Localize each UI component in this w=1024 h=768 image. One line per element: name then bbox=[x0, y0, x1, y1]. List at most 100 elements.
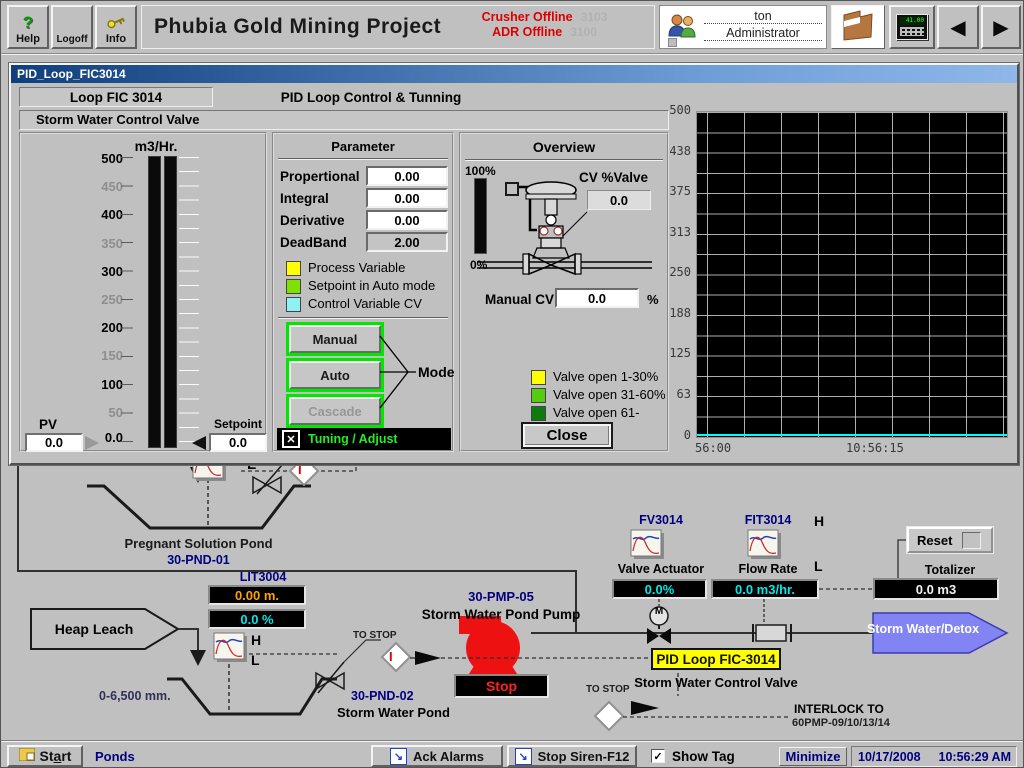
next-page-button[interactable]: ▶ bbox=[981, 5, 1021, 49]
user-panel[interactable]: ton Administrator bbox=[659, 5, 827, 49]
alarm-adr: ADR Offline bbox=[492, 25, 562, 40]
clock-panel: 10/17/2008 10:56:29 AM bbox=[851, 746, 1017, 767]
gauge-bar-sp bbox=[164, 156, 177, 448]
destination-label: Storm Water/Detox bbox=[869, 622, 977, 636]
alarm-crusher: Crusher Offline bbox=[482, 10, 573, 25]
interlock-to-label: INTERLOCK TO bbox=[794, 702, 884, 716]
flow-rate-value-box[interactable]: 0.0 m3/hr. bbox=[711, 579, 819, 599]
navigation-folder-button[interactable] bbox=[831, 5, 885, 49]
mode-connector-lines bbox=[378, 322, 418, 432]
divider bbox=[278, 158, 448, 160]
stop-siren-button[interactable]: ↘ Stop Siren-F12 bbox=[507, 745, 637, 767]
logoff-button[interactable]: Logoff bbox=[51, 5, 93, 49]
minimize-button[interactable]: Minimize bbox=[779, 747, 847, 766]
alarm-adr-code: 3100 bbox=[570, 25, 597, 40]
totalizer-value-box[interactable]: 0.0 m3 bbox=[873, 578, 999, 600]
reset-panel: Reset bbox=[907, 527, 993, 553]
mode-label: Mode bbox=[418, 364, 455, 380]
trend-icon-storm[interactable] bbox=[214, 633, 247, 662]
start-button[interactable]: Start bbox=[7, 745, 83, 767]
close-button[interactable]: Close bbox=[521, 422, 613, 449]
flow-rate-tag: FIT3014 bbox=[723, 513, 813, 527]
gauge-tick: 200 bbox=[57, 320, 123, 335]
high-alarm-label2: H bbox=[814, 513, 824, 529]
x-axis-tick: 56:00 bbox=[695, 441, 731, 455]
user-badge-icon bbox=[668, 38, 677, 47]
tuning-bar: ✕ Tuning / Adjust bbox=[277, 428, 451, 450]
to-stop-line bbox=[344, 640, 381, 662]
header-bar: ? Help Logoff Info Phubia Gold Mining Pr… bbox=[1, 1, 1024, 54]
start-icon bbox=[19, 748, 35, 764]
alarm-summary: Crusher Offline 3103 ADR Offline 3100 bbox=[442, 10, 647, 40]
flow-meter-icon[interactable] bbox=[753, 599, 791, 642]
calculator-icon: 41.00 bbox=[896, 14, 928, 40]
ack-alarms-button[interactable]: ↘ Ack Alarms bbox=[371, 745, 503, 767]
pv-color-swatch bbox=[286, 261, 301, 276]
divider bbox=[465, 159, 663, 161]
show-tag-label: Show Tag bbox=[672, 749, 735, 764]
manual-cv-label: Manual CV bbox=[485, 292, 554, 307]
mode-cascade-button[interactable]: Cascade bbox=[286, 394, 384, 428]
interlock-to-targets: 60PMP-09/10/13/14 bbox=[792, 717, 890, 729]
y-axis-tick: 125 bbox=[653, 346, 691, 360]
shortcut-arrow-icon: ↘ bbox=[390, 748, 407, 765]
help-button[interactable]: ? Help bbox=[7, 5, 49, 49]
level-value-box[interactable]: 0.00 m. bbox=[208, 585, 306, 605]
show-tag-checkbox[interactable]: ✓ bbox=[651, 749, 665, 763]
proportional-input[interactable]: 0.00 bbox=[366, 166, 448, 186]
process-diagram: L I Pregnant Solution Pond 30-PND-01 LIT… bbox=[1, 456, 1024, 741]
pump-icon[interactable] bbox=[459, 616, 521, 680]
date-display: 10/17/2008 bbox=[858, 750, 921, 764]
motor-label: M bbox=[652, 606, 666, 617]
valve-open-mid-swatch bbox=[531, 388, 546, 403]
x-axis-tick: 10:56:15 bbox=[846, 441, 904, 455]
setpoint-value-box[interactable]: 0.0 bbox=[209, 433, 267, 452]
gauge-tick: 150 bbox=[57, 348, 123, 363]
info-button[interactable]: Info bbox=[95, 5, 137, 49]
level-percent-box[interactable]: 0.0 % bbox=[208, 609, 306, 629]
interlock-mark-2: I bbox=[389, 649, 393, 664]
y-axis-tick: 438 bbox=[653, 144, 691, 158]
pump-tag: 30-PMP-05 bbox=[431, 589, 571, 604]
tuning-checkbox[interactable]: ✕ bbox=[282, 430, 300, 448]
mode-manual-button[interactable]: Manual bbox=[286, 322, 384, 356]
pv-value-box[interactable]: 0.0 bbox=[25, 433, 83, 452]
low-alarm-label3: L bbox=[814, 558, 823, 574]
gauge-tick: 450 bbox=[57, 179, 123, 194]
reset-label: Reset bbox=[917, 533, 952, 548]
trend-icon-fit3014[interactable] bbox=[748, 530, 781, 559]
gauge-tick: 250 bbox=[57, 292, 123, 307]
interlock-diamond-2 bbox=[382, 643, 410, 671]
pid-loop-tag[interactable]: PID Loop FIC-3014 bbox=[651, 648, 781, 670]
arrow-left-icon: ◀ bbox=[950, 15, 965, 40]
dialog-titlebar[interactable]: PID_Loop_FIC3014 bbox=[11, 65, 1017, 83]
gauge-tick: 500 bbox=[57, 151, 123, 166]
low-alarm-label2: L bbox=[251, 652, 260, 668]
manual-cv-input[interactable]: 0.0 bbox=[555, 288, 639, 308]
totalizer-label: Totalizer bbox=[904, 563, 996, 577]
pregnant-pond-shape bbox=[87, 486, 311, 528]
dialog-heading: PID Loop Control & Tunning bbox=[241, 87, 501, 107]
integral-label: Integral bbox=[280, 191, 329, 206]
integral-input[interactable]: 0.00 bbox=[366, 188, 448, 208]
tuning-label: Tuning / Adjust bbox=[308, 432, 398, 446]
derivative-input[interactable]: 0.00 bbox=[366, 210, 448, 230]
trend-icon-fv3014[interactable] bbox=[631, 530, 664, 559]
info-label: Info bbox=[106, 33, 126, 45]
trend-plot bbox=[696, 111, 1008, 438]
mode-auto-button[interactable]: Auto bbox=[286, 358, 384, 392]
storm-pond-name: Storm Water Pond bbox=[337, 705, 450, 720]
pv-pointer-icon bbox=[85, 436, 99, 450]
derivative-label: Derivative bbox=[280, 213, 345, 228]
gauge-tick: 400 bbox=[57, 207, 123, 222]
y-axis-tick: 63 bbox=[653, 387, 691, 401]
prev-page-button[interactable]: ◀ bbox=[937, 5, 979, 49]
reset-button[interactable] bbox=[962, 532, 981, 549]
calculator-button[interactable]: 41.00 bbox=[889, 5, 935, 49]
gauge-tick: 50 bbox=[57, 405, 123, 420]
scada-screen: ? Help Logoff Info Phubia Gold Mining Pr… bbox=[0, 0, 1024, 768]
loop-name-box: Loop FIC 3014 bbox=[19, 87, 213, 107]
user-role: Administrator bbox=[704, 24, 822, 41]
valve-actuator-value-box[interactable]: 0.0% bbox=[612, 579, 707, 599]
pid-loop-name: Storm Water Control Valve bbox=[627, 675, 805, 690]
